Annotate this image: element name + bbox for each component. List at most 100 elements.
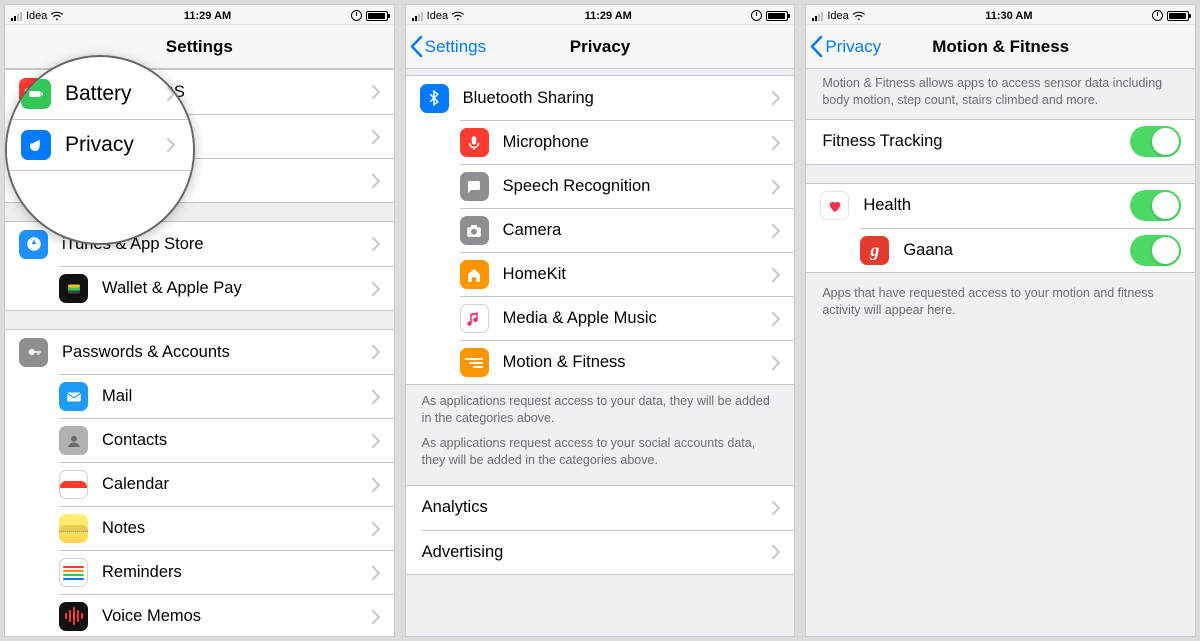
reminders-icon	[59, 558, 88, 587]
row-label: Calendar	[102, 475, 364, 494]
fitness-tracking-toggle[interactable]	[1130, 126, 1181, 157]
signal-icon	[412, 11, 423, 21]
carrier-label: Idea	[26, 10, 47, 22]
settings-row-reminders[interactable]: Reminders	[59, 550, 394, 594]
notes-icon	[59, 514, 88, 543]
mag-battery-label: Battery	[65, 82, 159, 106]
settings-row-media-apple-music[interactable]: Media & Apple Music	[460, 296, 795, 340]
privacy-footer-2: As applications request access to your s…	[406, 435, 795, 477]
settings-row-contacts[interactable]: Contacts	[59, 418, 394, 462]
motion-icon	[460, 348, 489, 377]
settings-row-bluetooth-sharing[interactable]: Bluetooth Sharing	[406, 76, 795, 120]
camera-icon	[460, 216, 489, 245]
home-icon	[460, 260, 489, 289]
settings-row-motion-fitness[interactable]: Motion & Fitness	[460, 340, 795, 384]
settings-row-homekit[interactable]: HomeKit	[460, 252, 795, 296]
signal-icon	[11, 11, 22, 21]
chevron-right-icon	[372, 85, 380, 99]
row-label: HomeKit	[503, 265, 765, 284]
wallet-icon	[59, 274, 88, 303]
row-label: Wallet & Apple Pay	[102, 279, 364, 298]
nav-title: Privacy	[570, 37, 631, 57]
row-label: Voice Memos	[102, 607, 364, 626]
settings-row-microphone[interactable]: Microphone	[460, 120, 795, 164]
voice-icon	[59, 602, 88, 631]
chevron-right-icon	[772, 224, 780, 238]
gaana-icon: g	[860, 236, 889, 265]
settings-row-gaana[interactable]: g Gaana	[860, 228, 1195, 272]
row-label: Health	[863, 196, 1130, 215]
row-label: Speech Recognition	[503, 177, 765, 196]
mag-privacy-label: Privacy	[65, 133, 159, 157]
settings-row-health[interactable]: Health	[806, 184, 1195, 228]
health-icon	[820, 191, 849, 220]
settings-row-wallet-apple-pay[interactable]: Wallet & Apple Pay	[59, 266, 394, 310]
chevron-right-icon	[772, 91, 780, 105]
row-label: Camera	[503, 221, 765, 240]
chevron-right-icon	[772, 136, 780, 150]
chevron-right-icon	[372, 566, 380, 580]
row-label: Motion & Fitness	[503, 353, 765, 372]
screen-settings: Idea 11:29 AM Settings SOSEmergency SOSB…	[4, 4, 395, 637]
chevron-right-icon	[772, 501, 780, 515]
chevron-right-icon	[772, 312, 780, 326]
wifi-icon	[452, 11, 465, 21]
chevron-right-icon	[772, 180, 780, 194]
status-time: 11:29 AM	[585, 10, 632, 22]
carrier-label: Idea	[427, 10, 448, 22]
mag-row-privacy[interactable]: Privacy	[7, 120, 193, 171]
chevron-right-icon	[772, 356, 780, 370]
row-label: Microphone	[503, 133, 765, 152]
chevron-right-icon	[372, 130, 380, 144]
chevron-right-icon	[372, 390, 380, 404]
wifi-icon	[853, 11, 866, 21]
chevron-right-icon	[372, 434, 380, 448]
nav-title: Motion & Fitness	[932, 37, 1069, 57]
row-label: Analytics	[422, 498, 765, 517]
fitness-tracking-row[interactable]: Fitness Tracking	[806, 120, 1195, 164]
chevron-right-icon	[167, 138, 175, 152]
chevron-right-icon	[372, 174, 380, 188]
alarm-icon	[751, 10, 762, 21]
settings-row-analytics[interactable]: Analytics	[406, 486, 795, 530]
status-bar: Idea 11:29 AM	[5, 5, 394, 25]
row-label: Bluetooth Sharing	[463, 89, 765, 108]
settings-row-passwords-accounts[interactable]: Passwords & Accounts	[5, 330, 394, 374]
row-label: Gaana	[903, 241, 1130, 260]
back-label: Settings	[425, 37, 486, 57]
motion-footer-text: Apps that have requested access to your …	[806, 279, 1195, 325]
chevron-right-icon	[372, 478, 380, 492]
toggle-switch[interactable]	[1130, 235, 1181, 266]
nav-bar: Privacy Motion & Fitness	[806, 25, 1195, 69]
row-label: Passwords & Accounts	[62, 343, 364, 362]
settings-row-mail[interactable]: Mail	[59, 374, 394, 418]
settings-row-voice-memos[interactable]: Voice Memos	[59, 594, 394, 637]
screen-privacy: Idea 11:29 AM Settings Privacy Bluetooth…	[405, 4, 796, 637]
settings-row-notes[interactable]: Notes	[59, 506, 394, 550]
battery-icon	[766, 11, 788, 21]
chevron-right-icon	[372, 345, 380, 359]
screen-motion-fitness: Idea 11:30 AM Privacy Motion & Fitness M…	[805, 4, 1196, 637]
speech-icon	[460, 172, 489, 201]
settings-row-advertising[interactable]: Advertising	[422, 530, 795, 574]
highlight-circle-privacy: Battery Privacy	[5, 55, 195, 245]
fitness-tracking-label: Fitness Tracking	[822, 132, 1130, 151]
row-label: Contacts	[102, 431, 364, 450]
settings-row-speech-recognition[interactable]: Speech Recognition	[460, 164, 795, 208]
row-label: Mail	[102, 387, 364, 406]
mic-icon	[460, 128, 489, 157]
chevron-right-icon	[772, 545, 780, 559]
toggle-switch[interactable]	[1130, 190, 1181, 221]
carrier-label: Idea	[827, 10, 848, 22]
alarm-icon	[351, 10, 362, 21]
settings-row-camera[interactable]: Camera	[460, 208, 795, 252]
back-button[interactable]: Privacy	[810, 25, 881, 68]
privacy-icon	[21, 130, 51, 160]
back-button[interactable]: Settings	[410, 25, 486, 68]
mail-icon	[59, 382, 88, 411]
settings-row-calendar[interactable]: Calendar	[59, 462, 394, 506]
status-time: 11:29 AM	[184, 10, 231, 22]
privacy-footer-1: As applications request access to your d…	[406, 385, 795, 435]
chevron-right-icon	[372, 282, 380, 296]
wifi-icon	[51, 11, 64, 21]
